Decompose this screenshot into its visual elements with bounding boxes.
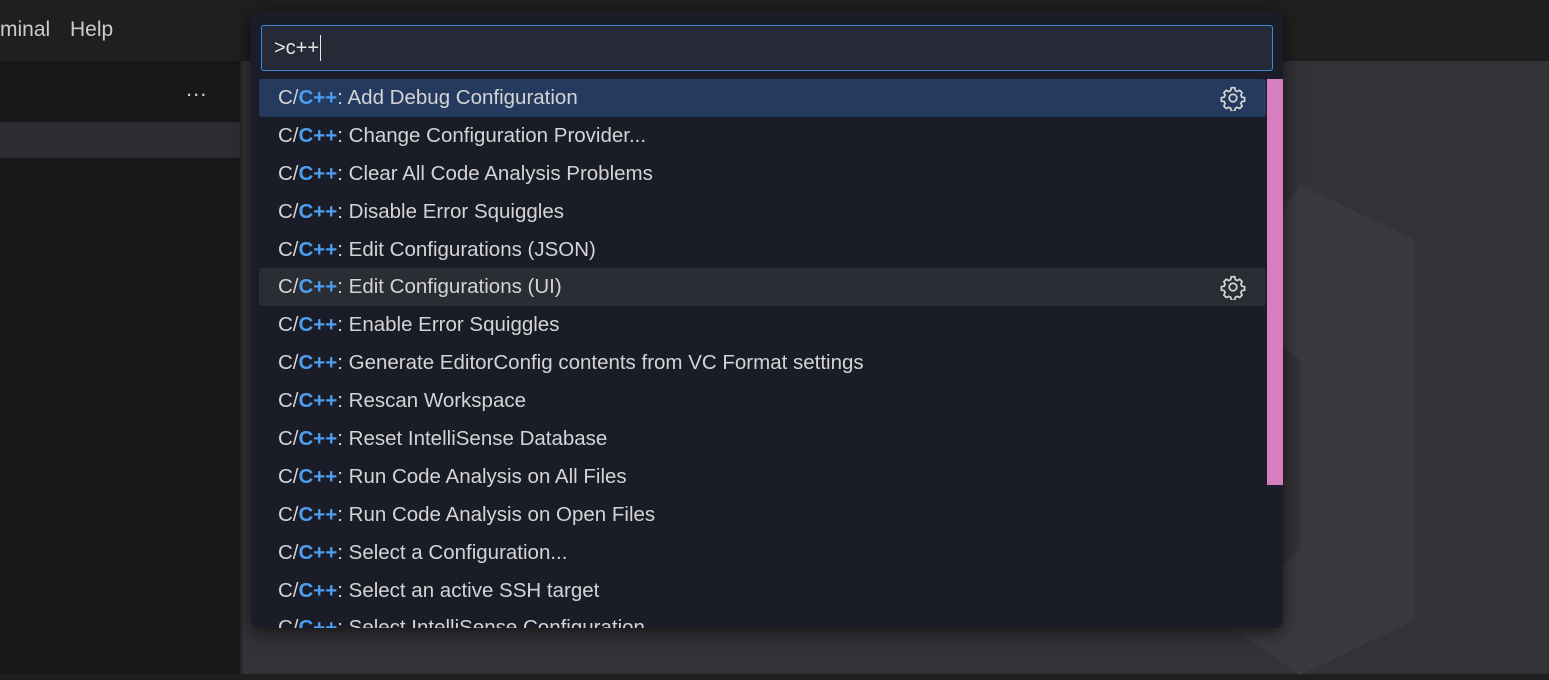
gear-icon[interactable] (1220, 274, 1246, 302)
command-palette: >c++ C/C++: Add Debug Configuration C/C++… (251, 12, 1283, 628)
command-match-highlight: C++ (298, 85, 338, 109)
command-label: : Run Code Analysis on Open Files (337, 502, 656, 526)
command-item[interactable]: C/C++: Edit Configurations (UI) (259, 268, 1266, 307)
command-item[interactable]: C/C++: Add Debug Configuration (259, 79, 1266, 117)
command-label: : Change Configuration Provider... (337, 123, 647, 147)
command-match-highlight: C++ (298, 616, 338, 628)
command-item[interactable]: C/C++: Change Configuration Provider... (259, 117, 1266, 155)
command-item[interactable]: C/C++: Clear All Code Analysis Problems (259, 155, 1266, 193)
command-prefix: C/ (278, 313, 299, 337)
command-match-highlight: C++ (298, 540, 338, 564)
command-prefix: C/ (278, 464, 299, 488)
command-match-highlight: C++ (298, 578, 338, 602)
command-item[interactable]: C/C++: Generate EditorConfig contents fr… (259, 344, 1266, 382)
command-label: : Add Debug Configuration (337, 85, 578, 109)
command-label: : Enable Error Squiggles (337, 313, 560, 337)
command-label: : Select a Configuration... (337, 540, 568, 564)
command-palette-input[interactable]: >c++ (261, 25, 1273, 71)
command-match-highlight: C++ (298, 464, 338, 488)
command-item[interactable]: C/C++: Edit Configurations (JSON) (259, 231, 1266, 269)
command-prefix: C/ (278, 275, 299, 299)
command-label: : Generate EditorConfig contents from VC… (337, 351, 864, 375)
command-prefix: C/ (278, 123, 299, 147)
command-prefix: C/ (278, 502, 299, 526)
command-prefix: C/ (278, 237, 299, 261)
command-label: : Edit Configurations (JSON) (337, 237, 596, 261)
command-item[interactable]: C/C++: Enable Error Squiggles (259, 306, 1266, 344)
command-match-highlight: C++ (298, 313, 338, 337)
command-match-highlight: C++ (298, 199, 338, 223)
command-label: : Reset IntelliSense Database (337, 426, 608, 450)
command-label: : Select an active SSH target (337, 578, 600, 602)
command-match-highlight: C++ (298, 237, 338, 261)
command-match-highlight: C++ (298, 351, 338, 375)
command-item[interactable]: C/C++: Run Code Analysis on Open Files (259, 496, 1266, 534)
command-match-highlight: C++ (298, 275, 338, 299)
command-label: : Select IntelliSense Configuration... (337, 616, 663, 628)
command-item[interactable]: C/C++: Rescan Workspace (259, 382, 1266, 420)
command-prefix: C/ (278, 161, 299, 185)
command-match-highlight: C++ (298, 502, 338, 526)
command-item[interactable]: C/C++: Reset IntelliSense Database (259, 420, 1266, 458)
command-list: C/C++: Add Debug Configuration C/C++: Cha… (259, 79, 1266, 628)
command-prefix: C/ (278, 85, 299, 109)
command-item[interactable]: C/C++: Disable Error Squiggles (259, 193, 1266, 231)
command-match-highlight: C++ (298, 161, 338, 185)
command-match-highlight: C++ (298, 123, 338, 147)
command-prefix: C/ (278, 199, 299, 223)
command-item[interactable]: C/C++: Select an active SSH target (259, 572, 1266, 610)
ellipsis-icon[interactable]: ... (186, 76, 207, 102)
sidebar-selected-row[interactable] (0, 122, 241, 158)
command-label: : Rescan Workspace (337, 389, 527, 413)
command-item[interactable]: C/C++: Select a Configuration... (259, 534, 1266, 572)
command-prefix: C/ (278, 540, 299, 564)
menu-terminal[interactable]: minal (0, 18, 50, 42)
scrollbar-thumb[interactable] (1267, 79, 1283, 485)
command-label: : Disable Error Squiggles (337, 199, 564, 223)
command-item[interactable]: C/C++: Select IntelliSense Configuration… (259, 609, 1266, 628)
command-item[interactable]: C/C++: Run Code Analysis on All Files (259, 458, 1266, 496)
command-prefix: C/ (278, 426, 299, 450)
command-label: : Edit Configurations (UI) (337, 275, 562, 299)
text-caret (320, 35, 322, 61)
command-label: : Run Code Analysis on All Files (337, 464, 627, 488)
command-match-highlight: C++ (298, 426, 338, 450)
command-query: >c++ (274, 37, 320, 59)
command-prefix: C/ (278, 578, 299, 602)
menu-help[interactable]: Help (70, 18, 113, 42)
command-prefix: C/ (278, 616, 299, 628)
command-label: : Clear All Code Analysis Problems (337, 161, 653, 185)
command-prefix: C/ (278, 351, 299, 375)
gear-icon[interactable] (1220, 85, 1246, 112)
command-prefix: C/ (278, 389, 299, 413)
command-match-highlight: C++ (298, 389, 338, 413)
